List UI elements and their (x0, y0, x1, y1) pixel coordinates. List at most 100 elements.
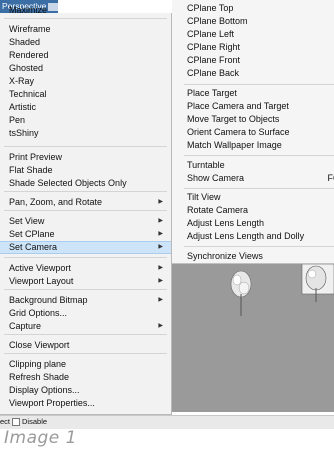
menu-item-technical[interactable]: Technical (0, 88, 171, 101)
menu-item-rendered[interactable]: Rendered (0, 49, 171, 62)
menu-separator (184, 188, 334, 189)
submenu-item-cplane-left[interactable]: CPlane Left (172, 28, 334, 40)
menu-item-x-ray[interactable]: X-Ray (0, 75, 171, 88)
submenu-item-label: CPlane Front (187, 55, 241, 65)
menu-item-set-camera[interactable]: Set Camera ▶ (0, 241, 171, 254)
menu-item-label: Artistic (9, 102, 36, 112)
submenu-item-label: Rotate Camera (187, 205, 249, 215)
menu-item-label: Print Preview (9, 152, 63, 162)
submenu-item-turntable[interactable]: Turntable (172, 159, 334, 171)
submenu-item-cplane-right[interactable]: CPlane Right (172, 41, 334, 53)
submenu-item-show-camera[interactable]: Show Camera F6 (172, 172, 334, 184)
menu-item-label: Viewport Layout (9, 276, 74, 286)
submenu-item-label: Place Camera and Target (187, 101, 289, 111)
submenu-item-label: CPlane Back (187, 68, 240, 78)
submenu-item-tilt-view[interactable]: Tilt View (172, 191, 334, 203)
menu-item-label: Pen (9, 115, 26, 125)
menu-separator (184, 246, 334, 247)
menu-item-artistic[interactable]: Artistic (0, 101, 171, 114)
menu-item-label: X-Ray (9, 76, 35, 86)
submenu-item-rotate-camera[interactable]: Rotate Camera (172, 204, 334, 216)
submenu-arrow-icon: ▶ (158, 199, 163, 205)
menu-item-wireframe[interactable]: Wireframe (0, 23, 171, 36)
menu-item-tsshiny[interactable]: tsShiny (0, 127, 171, 140)
submenu-item-label: Move Target to Objects (187, 114, 280, 124)
menu-item-clipping-plane[interactable]: Clipping plane (0, 358, 171, 371)
submenu-item-label: Orient Camera to Surface (187, 127, 290, 137)
menu-item-set-view[interactable]: Set View ▶ (0, 215, 171, 228)
submenu-arrow-icon: ▶ (158, 278, 163, 284)
submenu-arrow-icon: ▶ (158, 323, 163, 329)
submenu-item-label: Place Target (187, 88, 237, 98)
submenu-item-orient-camera-to-surface[interactable]: Orient Camera to Surface (172, 126, 334, 138)
set-camera-submenu: CPlane Top CPlane Bottom CPlane Left CPlane… (172, 0, 334, 264)
menu-separator (4, 334, 167, 335)
menu-item-label: Shade Selected Objects Only (9, 178, 127, 188)
submenu-item-cplane-front[interactable]: CPlane Front (172, 54, 334, 66)
submenu-item-adjust-lens-length-and-dolly[interactable]: Adjust Lens Length and Dolly (172, 230, 334, 242)
menu-item-label: Clipping plane (9, 359, 67, 369)
submenu-item-label: Adjust Lens Length and Dolly (187, 231, 305, 241)
menu-item-label: tsShiny (9, 128, 39, 138)
menu-item-grid-options[interactable]: Grid Options... (0, 307, 171, 320)
viewport-area[interactable] (172, 264, 334, 412)
menu-item-label: Set View (9, 216, 45, 226)
status-bar: ect Disable (0, 415, 334, 429)
menu-item-label: Shaded (9, 37, 41, 47)
menu-item-background-bitmap[interactable]: Background Bitmap ▶ (0, 294, 171, 307)
menu-item-display-options[interactable]: Display Options... (0, 384, 171, 397)
menu-item-label: Active Viewport (9, 263, 71, 273)
menu-separator (4, 146, 167, 147)
menu-separator (4, 191, 167, 192)
menu-item-print-preview[interactable]: Print Preview (0, 151, 171, 164)
menu-item-label: Technical (9, 89, 47, 99)
submenu-item-label: Match Wallpaper Image (187, 140, 282, 150)
submenu-item-adjust-lens-length[interactable]: Adjust Lens Length (172, 217, 334, 229)
submenu-item-label: CPlane Right (187, 42, 241, 52)
menu-item-label: Display Options... (9, 385, 80, 395)
submenu-item-place-target[interactable]: Place Target (172, 87, 334, 99)
menu-item-shade-selected-objects-only[interactable]: Shade Selected Objects Only (0, 177, 171, 190)
submenu-item-label: Show Camera (187, 173, 245, 183)
menu-separator (4, 353, 167, 354)
menu-item-maximize[interactable]: Maximize (0, 4, 171, 17)
menu-item-pan-zoom-and-rotate[interactable]: Pan, Zoom, and Rotate ▶ (0, 196, 171, 209)
submenu-item-move-target-to-objects[interactable]: Move Target to Objects (172, 113, 334, 125)
submenu-item-place-camera-and-target[interactable]: Place Camera and Target (172, 100, 334, 112)
menu-item-viewport-layout[interactable]: Viewport Layout ▶ (0, 275, 171, 288)
status-left-text: ect (0, 417, 11, 426)
menu-separator (184, 155, 334, 156)
menu-item-flat-shade[interactable]: Flat Shade (0, 164, 171, 177)
shortcut-key: F6 (327, 173, 334, 183)
submenu-item-cplane-top[interactable]: CPlane Top (172, 2, 334, 14)
menu-item-set-cplane[interactable]: Set CPlane ▶ (0, 228, 171, 241)
menu-item-viewport-properties[interactable]: Viewport Properties... (0, 397, 171, 410)
menu-item-label: Refresh Shade (9, 372, 70, 382)
submenu-item-label: Adjust Lens Length (187, 218, 265, 228)
submenu-item-cplane-bottom[interactable]: CPlane Bottom (172, 15, 334, 27)
menu-separator (4, 18, 167, 19)
submenu-item-cplane-back[interactable]: CPlane Back (172, 67, 334, 79)
menu-separator (184, 84, 334, 85)
menu-item-refresh-shade[interactable]: Refresh Shade (0, 371, 171, 384)
menu-item-label: Ghosted (9, 63, 44, 73)
menu-item-close-viewport[interactable]: Close Viewport (0, 339, 171, 352)
menu-item-capture[interactable]: Capture ▶ (0, 320, 171, 333)
disable-label: Disable (22, 417, 48, 426)
submenu-item-label: CPlane Bottom (187, 16, 248, 26)
menu-item-pen[interactable]: Pen (0, 114, 171, 127)
building-tree-image (301, 264, 334, 302)
menu-item-active-viewport[interactable]: Active Viewport ▶ (0, 262, 171, 275)
disable-checkbox[interactable] (12, 418, 21, 427)
submenu-item-label: Turntable (187, 160, 225, 170)
submenu-item-label: CPlane Left (187, 29, 235, 39)
menu-item-shaded[interactable]: Shaded (0, 36, 171, 49)
menu-item-ghosted[interactable]: Ghosted (0, 62, 171, 75)
submenu-arrow-icon: ▶ (158, 244, 163, 250)
submenu-item-label: Synchronize Views (187, 251, 263, 261)
submenu-item-match-wallpaper-image[interactable]: Match Wallpaper Image (172, 139, 334, 151)
menu-item-label: Pan, Zoom, and Rotate (9, 197, 103, 207)
viewport-context-menu: Maximize Wireframe Shaded Rendered Ghosted X-… (0, 5, 172, 415)
submenu-item-synchronize-views[interactable]: Synchronize Views (172, 250, 334, 262)
menu-item-label: Flat Shade (9, 165, 53, 175)
